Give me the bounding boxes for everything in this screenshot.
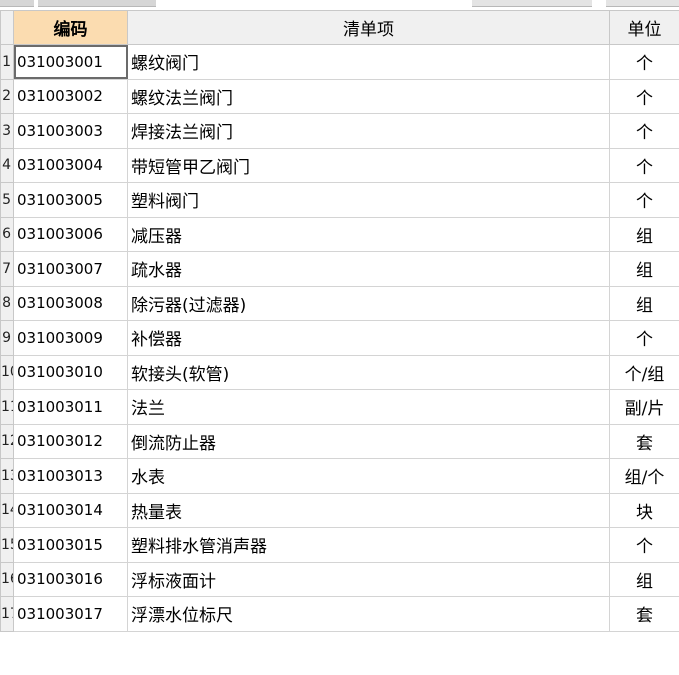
unit-cell[interactable]: 个	[609, 78, 679, 114]
table-row[interactable]: 14031003014热量表块	[0, 492, 679, 528]
unit-cell[interactable]: 套	[609, 423, 679, 459]
item-name-cell[interactable]: 螺纹阀门	[127, 44, 610, 80]
tab-fragment[interactable]	[0, 0, 34, 7]
bill-items-table: 编码 清单项 单位 1 031003001 螺纹阀门个 2 031003002 螺纹法兰阀…	[0, 10, 679, 632]
code-cell[interactable]: 031003014	[13, 492, 128, 528]
row-number-cell[interactable]: 4	[0, 147, 14, 183]
code-cell[interactable]: 031003017	[13, 596, 128, 632]
unit-cell[interactable]: 组	[609, 561, 679, 597]
item-name-cell[interactable]: 减压器	[127, 216, 610, 252]
row-number-cell[interactable]: 12	[0, 423, 14, 459]
row-number-cell[interactable]: 14	[0, 492, 14, 528]
table-row[interactable]: 4 031003004 带短管甲乙阀门个	[0, 147, 679, 183]
table-row[interactable]: 16031003016浮标液面计组	[0, 561, 679, 597]
item-name-cell[interactable]: 塑料阀门	[127, 182, 610, 218]
unit-cell[interactable]: 个	[609, 44, 679, 80]
table-row[interactable]: 17031003017浮漂水位标尺套	[0, 596, 679, 632]
unit-cell[interactable]: 个	[609, 182, 679, 218]
code-cell[interactable]: 031003012	[13, 423, 128, 459]
tab-fragment[interactable]	[472, 0, 592, 7]
unit-cell[interactable]: 个	[609, 147, 679, 183]
rownum-column-header[interactable]	[0, 10, 14, 45]
code-cell[interactable]: 031003004	[13, 147, 128, 183]
table-row[interactable]: 9 031003009 补偿器个	[0, 320, 679, 356]
row-number-cell[interactable]: 1	[0, 44, 14, 80]
code-cell[interactable]: 031003009	[13, 320, 128, 356]
unit-cell[interactable]: 块	[609, 492, 679, 528]
item-name-cell[interactable]: 疏水器	[127, 251, 610, 287]
row-number-cell[interactable]: 15	[0, 527, 14, 563]
item-name-cell[interactable]: 浮漂水位标尺	[127, 596, 610, 632]
item-name-cell[interactable]: 焊接法兰阀门	[127, 113, 610, 149]
table-row[interactable]: 13031003013水表组/个	[0, 458, 679, 494]
item-name-cell[interactable]: 倒流防止器	[127, 423, 610, 459]
top-tab-strip	[0, 0, 679, 10]
table-row[interactable]: 5 031003005 塑料阀门个	[0, 182, 679, 218]
table-row[interactable]: 15031003015塑料排水管消声器个	[0, 527, 679, 563]
row-number-cell[interactable]: 5	[0, 182, 14, 218]
code-cell[interactable]: 031003006	[13, 216, 128, 252]
code-cell[interactable]: 031003005	[13, 182, 128, 218]
table-row[interactable]: 12031003012倒流防止器套	[0, 423, 679, 459]
unit-column-header[interactable]: 单位	[609, 10, 679, 45]
row-number-cell[interactable]: 16	[0, 561, 14, 597]
code-cell[interactable]: 031003010	[13, 354, 128, 390]
code-cell[interactable]: 031003013	[13, 458, 128, 494]
row-number-cell[interactable]: 10	[0, 354, 14, 390]
table-row[interactable]: 7 031003007 疏水器组	[0, 251, 679, 287]
row-number-cell[interactable]: 13	[0, 458, 14, 494]
row-number-cell[interactable]: 6	[0, 216, 14, 252]
code-cell[interactable]: 031003002	[13, 78, 128, 114]
tab-fragment[interactable]	[38, 0, 156, 7]
table-header-row: 编码 清单项 单位	[0, 10, 679, 45]
item-name-cell[interactable]: 热量表	[127, 492, 610, 528]
unit-cell[interactable]: 个	[609, 527, 679, 563]
table-row[interactable]: 6 031003006 减压器组	[0, 216, 679, 252]
unit-cell[interactable]: 组	[609, 251, 679, 287]
row-number-cell[interactable]: 3	[0, 113, 14, 149]
code-cell[interactable]: 031003011	[13, 389, 128, 425]
item-name-cell[interactable]: 水表	[127, 458, 610, 494]
item-column-header[interactable]: 清单项	[127, 10, 610, 45]
code-cell[interactable]: 031003016	[13, 561, 128, 597]
item-name-cell[interactable]: 螺纹法兰阀门	[127, 78, 610, 114]
code-cell[interactable]: 031003015	[13, 527, 128, 563]
unit-cell[interactable]: 个	[609, 113, 679, 149]
unit-cell[interactable]: 个/组	[609, 354, 679, 390]
row-number-cell[interactable]: 7	[0, 251, 14, 287]
item-name-cell[interactable]: 塑料排水管消声器	[127, 527, 610, 563]
item-name-cell[interactable]: 软接头(软管)	[127, 354, 610, 390]
code-cell[interactable]: 031003007	[13, 251, 128, 287]
item-name-cell[interactable]: 补偿器	[127, 320, 610, 356]
tab-fragment[interactable]	[606, 0, 679, 7]
row-number-cell[interactable]: 2	[0, 78, 14, 114]
item-name-cell[interactable]: 除污器(过滤器)	[127, 285, 610, 321]
unit-cell[interactable]: 组	[609, 285, 679, 321]
code-cell[interactable]: 031003008	[13, 285, 128, 321]
row-number-cell[interactable]: 11	[0, 389, 14, 425]
table-row[interactable]: 10031003010软接头(软管)个/组	[0, 354, 679, 390]
row-number-cell[interactable]: 17	[0, 596, 14, 632]
code-cell[interactable]: 031003003	[13, 113, 128, 149]
item-name-cell[interactable]: 浮标液面计	[127, 561, 610, 597]
code-cell[interactable]: 031003001	[13, 44, 128, 80]
row-number-cell[interactable]: 9	[0, 320, 14, 356]
unit-cell[interactable]: 副/片	[609, 389, 679, 425]
row-number-cell[interactable]: 8	[0, 285, 14, 321]
item-name-cell[interactable]: 带短管甲乙阀门	[127, 147, 610, 183]
table-row[interactable]: 3 031003003 焊接法兰阀门个	[0, 113, 679, 149]
unit-cell[interactable]: 个	[609, 320, 679, 356]
unit-cell[interactable]: 套	[609, 596, 679, 632]
unit-cell[interactable]: 组	[609, 216, 679, 252]
table-row[interactable]: 8 031003008 除污器(过滤器) 组	[0, 285, 679, 321]
item-name-cell[interactable]: 法兰	[127, 389, 610, 425]
code-column-header[interactable]: 编码	[13, 10, 128, 45]
table-row[interactable]: 1 031003001 螺纹阀门个	[0, 44, 679, 80]
unit-cell[interactable]: 组/个	[609, 458, 679, 494]
table-row[interactable]: 11031003011法兰副/片	[0, 389, 679, 425]
table-row[interactable]: 2 031003002 螺纹法兰阀门个	[0, 78, 679, 114]
